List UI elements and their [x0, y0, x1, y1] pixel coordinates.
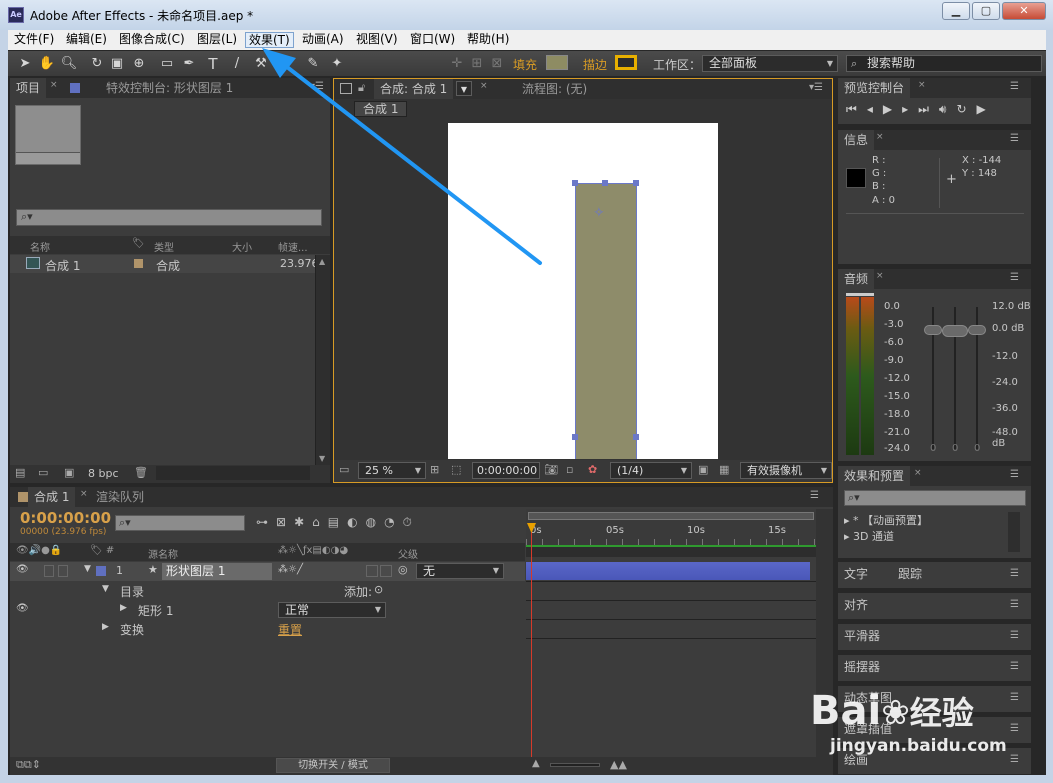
annotation-arrow	[262, 48, 542, 265]
watermark-brand: Bai❀经验	[810, 688, 974, 734]
watermark-url: jingyan.baidu.com	[830, 736, 1007, 756]
paw-icon: ❀	[881, 693, 910, 733]
